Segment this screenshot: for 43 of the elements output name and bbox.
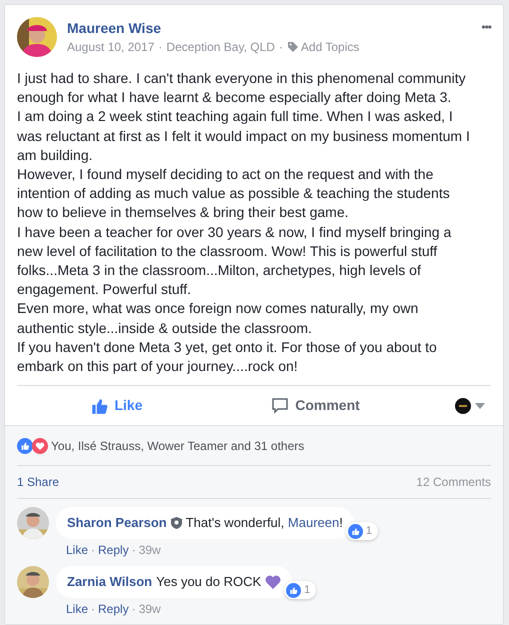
reactions-summary-link[interactable]: You, Ilsé Strauss, Wower Teamer and 31 others <box>51 436 304 455</box>
commenter-name[interactable]: Sharon Pearson <box>67 515 167 532</box>
mention-link[interactable]: Maureen <box>288 515 340 530</box>
comment-button[interactable]: Comment <box>216 390 415 422</box>
post-paragraph: I just had to share. I can't thank everyone in this phenomenal community enough for what I have learnt & become especially after doing Meta 3. <box>17 69 467 108</box>
separator-dot: · <box>158 39 162 55</box>
separator-dot: · <box>91 601 96 618</box>
comment-action-link[interactable]: Reply <box>98 542 129 558</box>
speech-bubble-icon <box>271 396 290 415</box>
heart-reaction-icon <box>32 438 48 454</box>
more-options-button[interactable]: ••• <box>481 21 491 33</box>
post-paragraph: I am doing a 2 week stint teaching again full time. When I was asked, I was reluctant at first as I felt it would impact on my business momentum I am building. <box>17 107 471 165</box>
post-paragraph: If you haven't done Meta 3 yet, get onto it. For those of you about to embark on this part of your journey....rock on! <box>17 338 438 376</box>
like-reaction-icon <box>17 438 33 454</box>
post-paragraph: Even more, what was once foreign now comes naturally, my own authentic style...inside & outside the classroom. <box>17 299 420 338</box>
post-paragraph: However, I found myself deciding to act on the request and with the intention of adding as much value as possible & teaching the students how to believe in themselves & bring their best game. <box>17 165 451 222</box>
comment-action-link[interactable]: Like <box>66 542 88 558</box>
comment-text: That's wonderful, Maureen! <box>186 515 343 532</box>
separator-dot: · <box>132 542 136 558</box>
post-paragraph: I have been a teacher for over 30 years & now, I find myself bringing a new level of facilitation to the classroom. Wow! This is powerful stuff folks...Meta 3 in the classroom...Milton, archetypes, high levels of engagement. Powerful stuff. <box>17 222 452 300</box>
page-avatar-icon <box>455 398 471 414</box>
shares-link[interactable]: 1 Share <box>17 473 60 492</box>
like-button[interactable]: Like <box>17 390 216 422</box>
add-topics-link[interactable]: Add Topics <box>286 39 360 55</box>
heart-icon <box>265 575 282 590</box>
commenter-name[interactable]: Zarnia Wilson <box>67 574 152 590</box>
like-reaction-icon <box>348 524 363 539</box>
like-reaction-icon <box>286 582 302 598</box>
comment-action-link[interactable]: Like <box>66 601 88 618</box>
caret-icon <box>475 402 485 409</box>
post-date[interactable]: August 10, 2017 <box>67 39 154 55</box>
separator-dot: · <box>278 39 283 55</box>
author-name[interactable]: Maureen Wise <box>67 19 482 37</box>
separator-dot: · <box>132 601 136 618</box>
comment-reactions-badge[interactable]: 1 <box>284 581 316 600</box>
tag-icon <box>286 41 299 53</box>
shield-badge-icon <box>170 517 182 530</box>
comment-action-link[interactable]: Reply <box>98 601 129 618</box>
comment-text: Yes you do ROCK <box>156 574 262 590</box>
separator-dot: · <box>91 542 96 558</box>
thumbs-up-icon <box>90 396 108 415</box>
location-link[interactable]: Deception Bay, QLD <box>166 39 275 55</box>
comment-reactions-badge[interactable]: 1 <box>346 522 378 540</box>
